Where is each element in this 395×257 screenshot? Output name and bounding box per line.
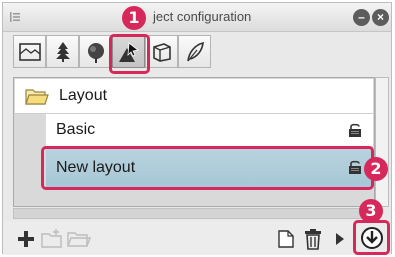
play-arrow-icon[interactable] — [335, 232, 345, 246]
folder-label: Layout — [59, 87, 108, 104]
marker-3: 3 — [359, 199, 383, 223]
tab-foliage[interactable] — [79, 35, 112, 68]
scene-icon — [19, 43, 41, 61]
lock-icon[interactable] — [347, 122, 363, 138]
open-folder-icon[interactable] — [67, 228, 91, 248]
list-item-basic[interactable]: Basic — [46, 114, 373, 147]
highlight-tab-object — [109, 34, 150, 74]
leaf-icon — [187, 41, 204, 62]
panel-title: ject configuration — [153, 9, 252, 24]
item-label: Basic — [56, 121, 96, 138]
duplicate-icon[interactable] — [277, 229, 295, 249]
folder-row-layout[interactable]: Layout — [15, 79, 373, 114]
tree-icon — [56, 42, 70, 62]
grip-icon[interactable] — [10, 12, 20, 22]
box-icon — [153, 43, 171, 62]
marker-2: 2 — [364, 157, 388, 181]
collapse-button[interactable]: – — [353, 9, 370, 26]
tab-scene[interactable] — [13, 35, 46, 68]
highlight-download — [353, 220, 390, 255]
foliage-icon — [88, 43, 104, 63]
new-folder-icon[interactable] — [41, 228, 65, 248]
highlight-new-layout — [41, 146, 374, 190]
close-button[interactable]: × — [372, 9, 389, 26]
marker-1: 1 — [122, 6, 146, 30]
horizontal-scrollbar[interactable] — [13, 208, 375, 219]
object-configuration-panel: ject configuration – × 1 Layout Basic Ne… — [2, 2, 392, 255]
add-icon[interactable] — [17, 230, 35, 248]
tab-leaf[interactable] — [178, 35, 211, 68]
folder-icon — [25, 89, 49, 105]
vertical-scrollbar[interactable] — [375, 77, 389, 207]
bottom-toolbar — [3, 221, 391, 255]
title-bar[interactable]: ject configuration – × — [3, 3, 391, 32]
tab-tree[interactable] — [46, 35, 79, 68]
trash-icon[interactable] — [303, 228, 323, 250]
